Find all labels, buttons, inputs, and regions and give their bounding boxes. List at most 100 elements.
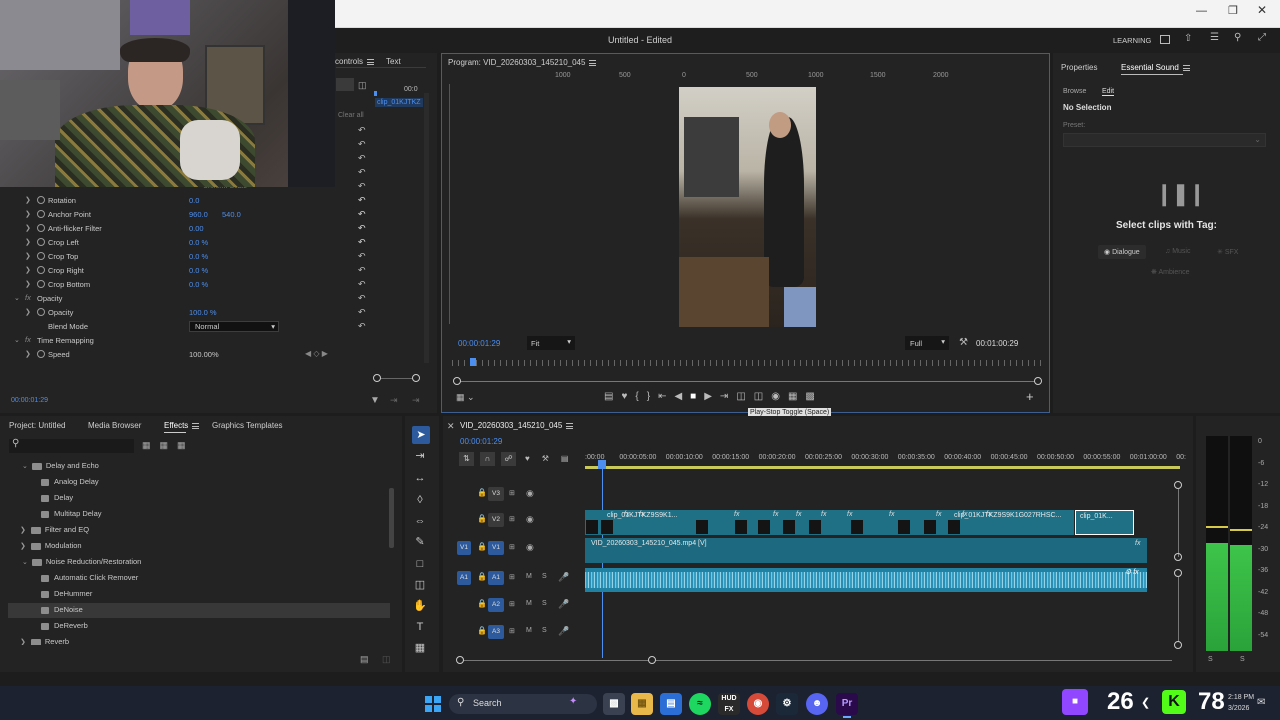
wrench-icon[interactable]: ⚒ xyxy=(959,337,968,348)
stopwatch-icon[interactable] xyxy=(37,266,45,274)
twirl-icon[interactable]: ❯ xyxy=(25,210,31,218)
file-explorer-icon[interactable]: ▦ xyxy=(631,693,653,715)
sync-lock-icon[interactable]: ⊞ xyxy=(509,600,515,608)
track-target-v1[interactable]: V1 xyxy=(488,541,504,555)
twitch-icon[interactable]: ■ xyxy=(1062,689,1088,715)
timeline-hscroll[interactable] xyxy=(460,660,1172,661)
stopwatch-icon[interactable] xyxy=(37,210,45,218)
tab-graphics-templates[interactable]: Graphics Templates xyxy=(212,421,283,430)
tree-item-delay-echo[interactable]: ⌄ Delay and Echo xyxy=(22,461,99,477)
spotify-icon[interactable]: ≈ xyxy=(689,693,711,715)
lock-icon[interactable]: 🔒 xyxy=(477,572,487,581)
clear-all-button[interactable]: Clear all xyxy=(338,112,364,119)
hscroll-handle-left[interactable] xyxy=(456,656,464,664)
export-frame-icon[interactable]: ◉ xyxy=(771,391,788,402)
export-icon[interactable]: ⇥ xyxy=(390,395,398,406)
twirl-open-icon[interactable]: ⌄ xyxy=(22,559,28,566)
monitor-playhead[interactable] xyxy=(470,358,476,366)
tab-properties[interactable]: Properties xyxy=(1061,63,1097,72)
zoom-handle-right[interactable] xyxy=(412,374,420,382)
tree-item-filter-eq[interactable]: ❯ Filter and EQ xyxy=(20,525,89,541)
vscroll-handle-audio-top[interactable] xyxy=(1174,569,1182,577)
reset-icon[interactable]: ↶ xyxy=(358,237,366,248)
mute-button[interactable]: M xyxy=(526,627,532,634)
timeline-vscroll[interactable] xyxy=(1174,481,1182,649)
tag-sfx-button[interactable]: ✳ SFX xyxy=(1211,245,1244,259)
twirl-icon[interactable]: ❯ xyxy=(25,224,31,232)
lock-icon[interactable]: 🔒 xyxy=(477,488,487,497)
twirl-icon[interactable]: ❯ xyxy=(25,266,31,274)
param-value[interactable]: 0.0 % xyxy=(189,266,208,275)
twirl-icon[interactable]: ❯ xyxy=(25,238,31,246)
tab-essential-sound[interactable]: Essential Sound xyxy=(1121,63,1190,72)
zoom-handle-right[interactable] xyxy=(1034,377,1042,385)
param-value-y[interactable]: 540.0 xyxy=(222,210,241,219)
add-button-icon[interactable]: + xyxy=(1026,389,1034,404)
twirl-icon[interactable]: ❯ xyxy=(25,308,31,316)
reset-icon[interactable]: ↶ xyxy=(358,307,366,318)
clip-v2-c-selected[interactable]: clip_01K... xyxy=(1075,510,1134,535)
program-monitor-title[interactable]: Program: VID_20260303_145210_045 xyxy=(448,58,597,67)
caption-tool-icon[interactable]: ▦ xyxy=(412,640,428,656)
hand-tool-icon[interactable]: ✋ xyxy=(412,598,428,614)
param-value[interactable]: 0.0 % xyxy=(189,280,208,289)
tree-item-delay[interactable]: Delay xyxy=(41,493,73,509)
linked-selection-icon[interactable]: ☍ xyxy=(501,452,516,466)
program-timecode[interactable]: 00:00:01:29 xyxy=(458,339,500,348)
nest-toggle-icon[interactable]: ⇅ xyxy=(459,452,474,466)
reset-icon[interactable]: ↶ xyxy=(358,195,366,206)
taskbar-search-input[interactable]: ⚲ Search ✦ xyxy=(449,694,597,714)
filter-icon[interactable]: ▼ xyxy=(370,395,380,406)
solo-button[interactable]: S xyxy=(542,600,547,607)
captions-icon[interactable]: ▤ xyxy=(561,454,581,463)
workspaces-icon[interactable] xyxy=(1160,35,1170,44)
param-value[interactable]: 100.00% xyxy=(189,350,219,359)
yuv-effects-icon[interactable]: ▦ xyxy=(177,440,195,450)
chrome-icon[interactable]: ◉ xyxy=(747,693,769,715)
track-target-a2[interactable]: A2 xyxy=(488,598,504,612)
task-view-icon[interactable]: ▩ xyxy=(603,693,625,715)
track-target-v3[interactable]: V3 xyxy=(488,487,504,501)
twirl-icon[interactable]: ❯ xyxy=(25,350,31,358)
reset-icon[interactable]: ↶ xyxy=(358,279,366,290)
mark-out-icon[interactable]: } xyxy=(647,391,658,402)
stopwatch-icon[interactable] xyxy=(37,196,45,204)
tree-item-click-remover[interactable]: Automatic Click Remover xyxy=(41,573,138,589)
twirl-icon[interactable]: ❯ xyxy=(20,543,26,550)
reset-icon[interactable]: ↶ xyxy=(358,321,366,332)
keyframe-nav-icon[interactable]: ◀ ◇ ▶ xyxy=(305,349,328,358)
clip-v2-a[interactable]: clip_01KJTKZ9S9K1... clip_01KJTKZ9S9K1G0… xyxy=(585,510,1074,535)
reset-icon[interactable]: ↶ xyxy=(358,209,366,220)
param-value[interactable]: 0.00 xyxy=(189,224,204,233)
add-marker-icon[interactable]: ♥ xyxy=(525,454,542,463)
panel-menu-icon[interactable] xyxy=(566,422,574,429)
tree-item-noise-reduction[interactable]: ⌄ Noise Reduction/Restoration xyxy=(22,557,141,573)
track-target-v2[interactable]: V2 xyxy=(488,513,504,527)
settings-icon[interactable]: ▦ ⌄ xyxy=(456,392,475,403)
sub-tab-browse[interactable]: Browse xyxy=(1063,88,1086,95)
kick-icon[interactable]: K xyxy=(1162,690,1186,714)
solo-button[interactable]: S xyxy=(542,573,547,580)
track-target-a3[interactable]: A3 xyxy=(488,625,504,639)
tree-item-denoise[interactable]: DeNoise xyxy=(41,605,83,621)
param-value[interactable]: 0.0 xyxy=(189,196,199,205)
lock-icon[interactable]: 🔒 xyxy=(477,599,487,608)
tab-media-browser[interactable]: Media Browser xyxy=(88,421,141,430)
clip-a1-audio[interactable]: ⚙ fx xyxy=(585,568,1147,592)
stopwatch-icon[interactable] xyxy=(37,252,45,260)
param-value[interactable]: 100.0 % xyxy=(189,308,217,317)
tree-item-dereverb[interactable]: DeReverb xyxy=(41,621,88,637)
search-icon[interactable]: ⚲ xyxy=(1234,32,1241,43)
go-to-out-icon[interactable]: ⇥ xyxy=(720,391,736,402)
microphone-icon[interactable]: 🎤 xyxy=(558,626,569,637)
stopwatch-icon[interactable] xyxy=(37,224,45,232)
close-sequence-icon[interactable]: ✕ xyxy=(447,421,455,432)
clock-time[interactable]: 2:18 PM xyxy=(1228,694,1254,701)
tree-item-reverb[interactable]: ❯ Reverb xyxy=(20,637,69,645)
tab-text[interactable]: Text xyxy=(386,57,401,66)
add-marker-icon[interactable]: ♥ xyxy=(621,391,635,402)
group-time-remapping[interactable]: ⌄ fx Time Remapping xyxy=(0,334,420,348)
solo-button[interactable]: S xyxy=(542,627,547,634)
ec-nav-button[interactable] xyxy=(336,78,354,91)
effects-search-input[interactable]: ⚲ xyxy=(9,438,134,453)
